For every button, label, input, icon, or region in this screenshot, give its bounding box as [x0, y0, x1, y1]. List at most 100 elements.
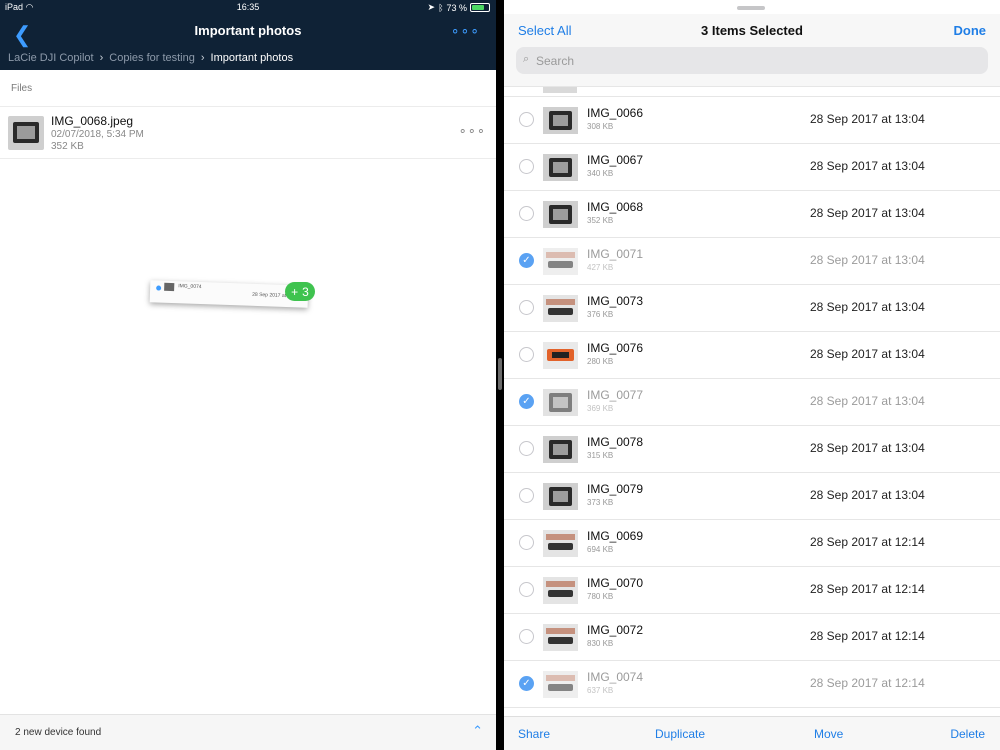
checkmark-circle-icon[interactable]: ✓	[519, 253, 534, 268]
file-row-img-0067[interactable]: IMG_0067 340 KB 28 Sep 2017 at 13:04	[504, 144, 1000, 191]
search-input[interactable]	[536, 51, 976, 70]
empty-circle-icon[interactable]	[519, 441, 534, 456]
nav-bar: ❮ Important photos ∘∘∘ LaCie DJI Copilot…	[0, 14, 496, 70]
empty-circle-icon[interactable]	[519, 347, 534, 362]
file-date: 28 Sep 2017 at 13:04	[810, 394, 925, 408]
file-size: 373 KB	[587, 498, 614, 507]
thumbnail-image	[549, 393, 572, 412]
file-date: 28 Sep 2017 at 12:14	[810, 582, 925, 596]
battery-icon	[470, 3, 490, 12]
empty-circle-icon[interactable]	[519, 629, 534, 644]
empty-circle-icon[interactable]	[519, 206, 534, 221]
file-row-img-0070[interactable]: IMG_0070 780 KB 28 Sep 2017 at 12:14	[504, 567, 1000, 614]
thumbnail-image	[546, 581, 575, 597]
thumbnail-image	[546, 628, 575, 644]
checkmark-circle-icon[interactable]: ✓	[519, 676, 534, 691]
file-thumbnail	[543, 577, 578, 604]
file-date: 28 Sep 2017 at 13:04	[810, 159, 925, 173]
thumbnail-image	[546, 534, 575, 550]
file-date: 28 Sep 2017 at 13:04	[810, 206, 925, 220]
empty-circle-icon[interactable]	[519, 112, 534, 127]
chevron-right-icon: ›	[99, 52, 104, 64]
left-pane: iPad ◠ 16:35 ➤ ᛒ 73 % ❮ Important photos…	[0, 0, 496, 750]
right-pane: Select All 3 Items Selected Done ⌕ IMG_0…	[504, 0, 1000, 750]
file-row-img-0069[interactable]: IMG_0069 694 KB 28 Sep 2017 at 12:14	[504, 520, 1000, 567]
split-divider[interactable]	[496, 0, 504, 750]
breadcrumb-item[interactable]: LaCie DJI Copilot	[8, 52, 94, 64]
file-date: 28 Sep 2017 at 13:04	[810, 347, 925, 361]
file-thumbnail	[543, 389, 578, 416]
file-row-img-0074[interactable]: ✓ IMG_0074 637 KB 28 Sep 2017 at 12:14	[504, 661, 1000, 708]
file-thumbnail	[543, 201, 578, 228]
breadcrumb: LaCie DJI Copilot › Copies for testing ›…	[8, 52, 293, 64]
move-button[interactable]: Move	[814, 727, 843, 741]
file-thumbnail	[543, 154, 578, 181]
thumbnail-image	[549, 487, 572, 506]
file-more-icon[interactable]: ∘∘∘	[459, 123, 486, 139]
file-date: 28 Sep 2017 at 12:14	[810, 676, 925, 690]
battery-percent: 73 %	[446, 2, 467, 13]
sheet-grabber[interactable]	[737, 6, 765, 10]
share-button[interactable]: Share	[518, 727, 550, 741]
file-row-img-0072[interactable]: IMG_0072 830 KB 28 Sep 2017 at 12:14	[504, 614, 1000, 661]
delete-button[interactable]: Delete	[950, 727, 985, 741]
file-row-img-0066[interactable]: IMG_0066 308 KB 28 Sep 2017 at 13:04	[504, 97, 1000, 144]
thumbnail-image	[546, 252, 575, 268]
empty-circle-icon[interactable]	[519, 535, 534, 550]
file-row-img-0076[interactable]: IMG_0076 280 KB 28 Sep 2017 at 13:04	[504, 332, 1000, 379]
file-name: IMG_0069	[587, 529, 644, 543]
file-thumbnail	[543, 530, 578, 557]
file-name: IMG_0068.jpeg	[51, 114, 134, 128]
device-message: 2 new device found	[15, 727, 102, 738]
search-bar[interactable]: ⌕	[516, 47, 988, 74]
file-name: IMG_0072	[587, 623, 644, 637]
location-icon: ➤	[427, 2, 436, 12]
selection-title: 3 Items Selected	[701, 23, 803, 38]
file-list[interactable]: IMG_0066 308 KB 28 Sep 2017 at 13:04 IMG_00…	[504, 86, 1000, 716]
split-handle[interactable]	[498, 358, 502, 390]
status-right: ➤ ᛒ 73 %	[428, 2, 490, 13]
mini-thumbnail	[164, 282, 175, 292]
file-row-img-0068[interactable]: IMG_0068 352 KB 28 Sep 2017 at 13:04	[504, 191, 1000, 238]
thumbnail-image	[13, 122, 39, 143]
file-date: 28 Sep 2017 at 13:04	[810, 488, 925, 502]
file-row-img-0071[interactable]: ✓ IMG_0071 427 KB 28 Sep 2017 at 13:04	[504, 238, 1000, 285]
thumbnail-image	[543, 87, 577, 93]
file-thumbnail	[543, 671, 578, 698]
checkmark-circle-icon[interactable]: ✓	[519, 394, 534, 409]
file-row[interactable]: IMG_0068.jpeg 02/07/2018, 5:34 PM 352 KB…	[0, 107, 496, 159]
empty-circle-icon[interactable]	[519, 488, 534, 503]
duplicate-button[interactable]: Duplicate	[655, 727, 705, 741]
file-name: IMG_0071	[587, 247, 644, 261]
section-label: Files	[11, 83, 33, 94]
breadcrumb-current: Important photos	[210, 52, 294, 64]
file-size: 340 KB	[587, 169, 614, 178]
chevron-up-icon[interactable]: ⌃	[472, 723, 483, 739]
device-bar[interactable]: 2 new device found ⌃	[0, 714, 496, 750]
more-options-icon[interactable]: ∘∘∘	[451, 22, 480, 39]
thumbnail-image	[549, 158, 572, 177]
battery-fill	[472, 5, 484, 10]
file-size: 830 KB	[587, 639, 614, 648]
status-bar: iPad ◠ 16:35 ➤ ᛒ 73 %	[0, 0, 496, 14]
file-date: 28 Sep 2017 at 12:14	[810, 535, 925, 549]
empty-circle-icon[interactable]	[519, 582, 534, 597]
empty-circle-icon[interactable]	[519, 300, 534, 315]
file-row-img-0077[interactable]: ✓ IMG_0077 369 KB 28 Sep 2017 at 13:04	[504, 379, 1000, 426]
file-row-img-0078[interactable]: IMG_0078 315 KB 28 Sep 2017 at 13:04	[504, 426, 1000, 473]
file-size: 369 KB	[587, 404, 614, 413]
bottom-toolbar: Share Duplicate Move Delete	[504, 716, 1000, 750]
file-thumbnail	[543, 483, 578, 510]
file-row-img-0079[interactable]: IMG_0079 373 KB 28 Sep 2017 at 13:04	[504, 473, 1000, 520]
done-button[interactable]: Done	[954, 23, 987, 38]
thumbnail-image	[546, 675, 575, 691]
file-date: 28 Sep 2017 at 13:04	[810, 253, 925, 267]
empty-circle-icon[interactable]	[519, 159, 534, 174]
file-name: IMG_0066	[587, 106, 644, 120]
file-thumbnail	[543, 624, 578, 651]
file-size: 352 KB	[51, 141, 84, 152]
file-row-img-0073[interactable]: IMG_0073 376 KB 28 Sep 2017 at 13:04	[504, 285, 1000, 332]
drag-count-badge: + 3	[285, 282, 315, 301]
breadcrumb-item[interactable]: Copies for testing	[109, 52, 195, 64]
file-size: 308 KB	[587, 122, 614, 131]
